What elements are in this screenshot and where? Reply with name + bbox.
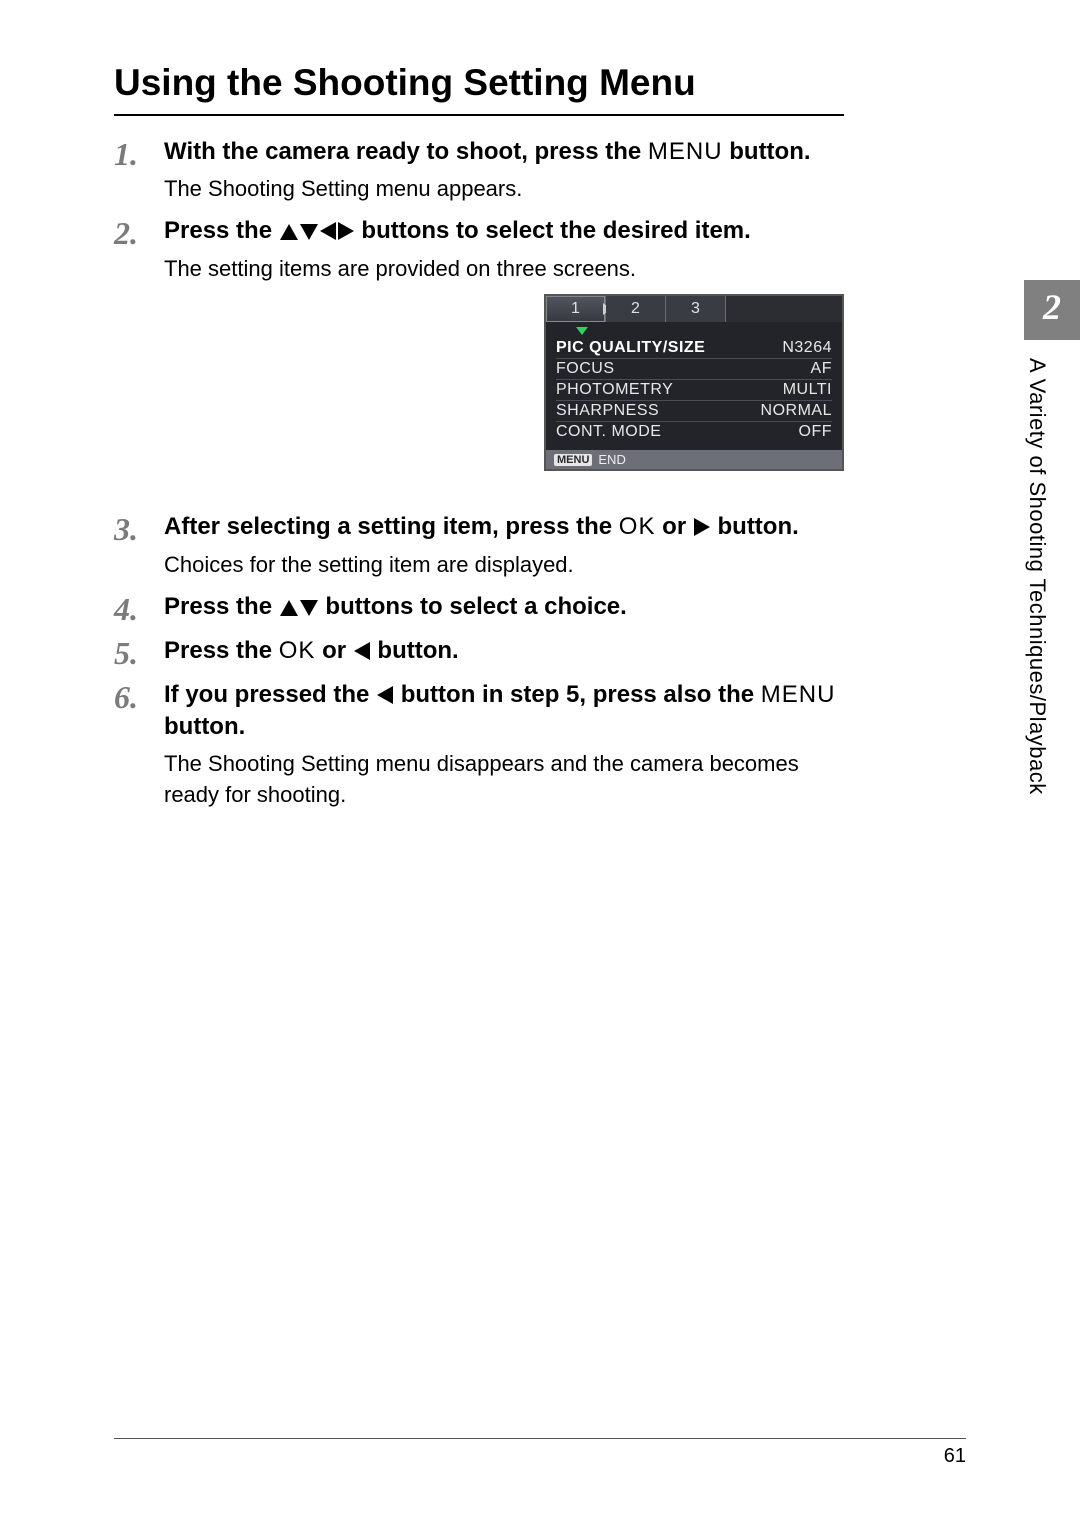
step-number: 4 — [114, 591, 164, 625]
step-heading: If you pressed the button in step 5, pre… — [164, 679, 844, 744]
step-4: 4 Press the buttons to select a choice. — [114, 591, 844, 625]
text: button. — [371, 637, 459, 664]
lcd-screenshot-row: 1 2 3 PIC QUALITY/SIZE — [164, 294, 844, 471]
text: If you pressed the — [164, 681, 376, 708]
chapter-title: A Variety of Shooting Techniques/Playbac… — [1024, 340, 1066, 795]
setting-value: MULTI — [783, 381, 832, 399]
text: button. — [723, 138, 811, 165]
ok-button-label: OK — [619, 513, 656, 540]
chapter-side-tab: 2 A Variety of Shooting Techniques/Playb… — [1024, 280, 1080, 795]
lcd-tab-3: 3 — [666, 296, 726, 322]
text: button. — [711, 513, 799, 540]
arrow-right-icon — [694, 518, 710, 536]
step-heading: With the camera ready to shoot, press th… — [164, 136, 844, 168]
step-3: 3 After selecting a setting item, press … — [114, 511, 844, 580]
step-1: 1 With the camera ready to shoot, press … — [114, 136, 844, 205]
step-heading: Press the buttons to select a choice. — [164, 591, 844, 623]
step-number: 3 — [114, 511, 164, 580]
setting-label: CONT. MODE — [556, 423, 661, 441]
lcd-row: FOCUS AF — [556, 359, 832, 380]
setting-value: N3264 — [782, 339, 832, 357]
tab-label: 1 — [571, 300, 580, 318]
text: Press the — [164, 637, 279, 664]
step-subtext: The setting items are provided on three … — [164, 254, 844, 285]
setting-value: OFF — [799, 423, 833, 441]
cursor-down-icon — [576, 327, 588, 335]
step-list: 1 With the camera ready to shoot, press … — [114, 136, 844, 811]
step-number: 6 — [114, 679, 164, 811]
step-heading: Press the buttons to select the desired … — [164, 215, 844, 247]
setting-value: AF — [811, 360, 832, 378]
lcd-row: CONT. MODE OFF — [556, 422, 832, 442]
arrow-left-icon — [320, 222, 336, 240]
text: button in step 5, press also the — [394, 681, 761, 708]
footer-end-label: END — [598, 452, 625, 467]
ok-button-label: OK — [279, 637, 316, 664]
arrow-up-icon — [280, 600, 298, 616]
setting-label: FOCUS — [556, 360, 615, 378]
setting-value: NORMAL — [761, 402, 832, 420]
arrow-left-icon — [377, 686, 393, 704]
setting-label: PIC QUALITY/SIZE — [556, 339, 705, 357]
step-number: 2 — [114, 215, 164, 501]
step-subtext: Choices for the setting item are display… — [164, 550, 844, 581]
step-subtext: The Shooting Setting menu appears. — [164, 174, 844, 205]
chapter-number: 2 — [1024, 280, 1080, 340]
lcd-tab-spacer — [726, 296, 842, 322]
lcd-cursor-row — [546, 322, 842, 334]
arrow-left-icon — [354, 642, 370, 660]
step-number: 5 — [114, 635, 164, 669]
text: button. — [164, 713, 245, 740]
step-subtext: The Shooting Setting menu disappears and… — [164, 749, 844, 811]
arrow-up-icon — [280, 224, 298, 240]
step-5: 5 Press the OK or button. — [114, 635, 844, 669]
text: After selecting a setting item, press th… — [164, 513, 619, 540]
step-2: 2 Press the buttons to select the desire… — [114, 215, 844, 501]
lcd-setting-list: PIC QUALITY/SIZE N3264 FOCUS AF PHOTOMET… — [546, 334, 842, 450]
lcd-tabs: 1 2 3 — [546, 296, 842, 322]
menu-button-label: MENU — [761, 681, 836, 708]
page-title: Using the Shooting Setting Menu — [114, 62, 966, 104]
lcd-row: SHARPNESS NORMAL — [556, 401, 832, 422]
text: or — [655, 513, 692, 540]
lcd-tab-2: 2 — [606, 296, 666, 322]
setting-label: SHARPNESS — [556, 402, 659, 420]
title-rule — [114, 114, 844, 116]
step-heading: After selecting a setting item, press th… — [164, 511, 844, 543]
step-6: 6 If you pressed the button in step 5, p… — [114, 679, 844, 811]
setting-label: PHOTOMETRY — [556, 381, 673, 399]
page-number: 61 — [944, 1445, 966, 1467]
lcd-footer: MENU END — [546, 450, 842, 469]
text: or — [315, 637, 352, 664]
manual-page: Using the Shooting Setting Menu 1 With t… — [0, 0, 1080, 1528]
text: With the camera ready to shoot, press th… — [164, 138, 648, 165]
step-number: 1 — [114, 136, 164, 205]
menu-button-label: MENU — [648, 138, 723, 165]
lcd-row: PHOTOMETRY MULTI — [556, 380, 832, 401]
lcd-tab-1: 1 — [546, 296, 606, 322]
text: Press the — [164, 217, 279, 244]
lcd-row: PIC QUALITY/SIZE N3264 — [556, 338, 832, 359]
text: Press the — [164, 593, 279, 620]
arrow-down-icon — [300, 600, 318, 616]
arrow-right-icon — [338, 222, 354, 240]
text: buttons to select a choice. — [325, 593, 626, 620]
page-footer: 61 — [114, 1438, 966, 1468]
arrow-down-icon — [300, 224, 318, 240]
menu-chip: MENU — [554, 454, 592, 466]
text: buttons to select the desired item. — [361, 217, 750, 244]
camera-lcd: 1 2 3 PIC QUALITY/SIZE — [544, 294, 844, 471]
step-heading: Press the OK or button. — [164, 635, 844, 667]
